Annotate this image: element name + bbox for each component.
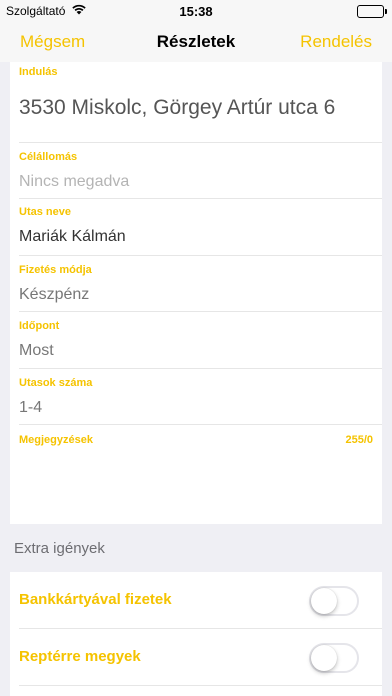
passenger-count-value[interactable]: 1-4 [19,399,373,417]
navigation-bar: Mégsem Részletek Rendelés [0,24,392,62]
destination-label: Célállomás [19,151,78,163]
notes-label: Megjegyzések [19,434,93,446]
card-payment-switch[interactable] [309,586,359,616]
order-button[interactable]: Rendelés [300,32,372,52]
payment-method-value[interactable]: Készpénz [19,286,373,304]
divider [19,311,382,312]
divider [19,685,382,686]
divider [19,255,382,256]
switch-knob [311,645,337,671]
time-value[interactable]: Most [19,342,373,360]
notes-field[interactable]: Megjegyzések [19,434,373,522]
toggle-row-airport: Reptérre megyek [10,629,382,685]
passenger-count-field[interactable]: Utasok száma 1-4 [19,377,373,417]
extras-list: Bankkártyával fizetek Reptérre megyek [10,572,382,696]
passenger-name-input[interactable]: Mariák Kálmán [19,228,373,246]
details-form: Indulás 3530 Miskolc, Görgey Artúr utca … [10,62,382,524]
departure-value[interactable]: 3530 Miskolc, Görgey Artúr utca 6 [19,96,373,120]
battery-icon [357,5,387,18]
departure-label: Indulás [19,66,58,78]
toggle-label: Bankkártyával fizetek [19,591,172,608]
notes-char-counter: 255/0 [345,434,373,446]
time-field[interactable]: Időpont Most [19,320,373,360]
passenger-name-label: Utas neve [19,206,71,218]
status-bar: Szolgáltató 15:38 [0,0,392,24]
airport-switch[interactable] [309,643,359,673]
destination-field[interactable]: Célállomás Nincs megadva [19,151,373,191]
time-label: Időpont [19,320,60,332]
clock: 15:38 [179,4,213,19]
payment-method-field[interactable]: Fizetés módja Készpénz [19,264,373,304]
divider [19,142,382,143]
toggle-label: Reptérre megyek [19,648,141,665]
payment-method-label: Fizetés módja [19,264,92,276]
switch-knob [311,588,337,614]
extras-section-header: Extra igények [14,540,105,557]
destination-input[interactable]: Nincs megadva [19,173,373,191]
divider [19,368,382,369]
departure-field[interactable]: Indulás 3530 Miskolc, Görgey Artúr utca … [19,66,373,120]
toggle-row-card-payment: Bankkártyával fizetek [10,572,382,628]
divider [19,198,382,199]
passenger-count-label: Utasok száma [19,377,93,389]
passenger-name-field[interactable]: Utas neve Mariák Kálmán [19,206,373,246]
divider [19,424,382,425]
